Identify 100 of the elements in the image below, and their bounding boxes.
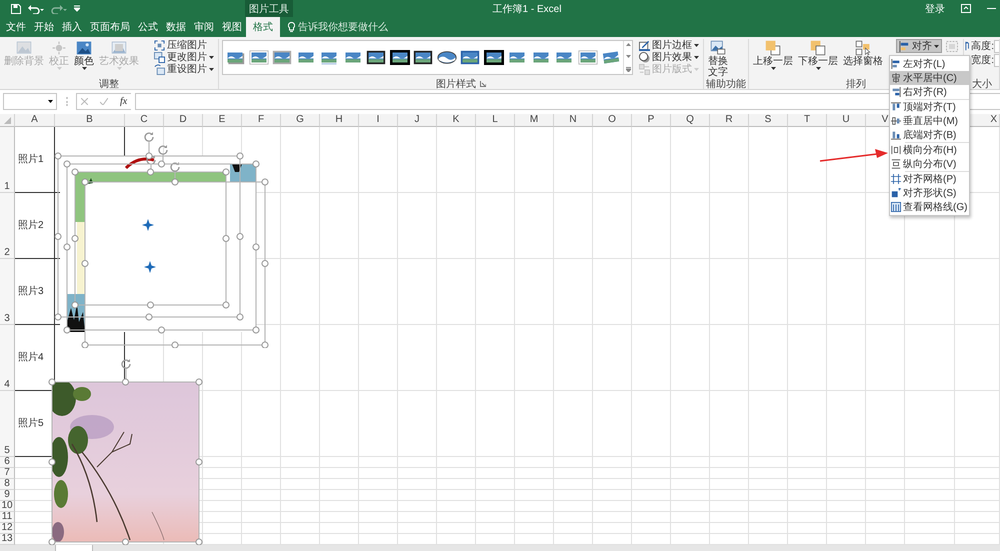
field-label: 高度: [971, 40, 994, 53]
compress-icon [154, 40, 165, 50]
align-icon [899, 40, 910, 52]
ribbon-tab[interactable]: 页面布局 [86, 17, 134, 37]
ribbon-tab[interactable]: 数据 [162, 17, 190, 37]
menu-item[interactable]: 水平居中(C) [890, 71, 970, 85]
menu-item[interactable]: 右对齐(R) [890, 85, 970, 99]
column-header[interactable]: C [125, 114, 164, 127]
redo-icon[interactable] [51, 4, 67, 14]
size-field[interactable] [994, 54, 999, 66]
menu-item[interactable]: 对齐网格(P) [890, 172, 970, 186]
column-header[interactable]: I [359, 114, 398, 127]
row-header[interactable]: 3 [0, 259, 15, 325]
distribute-vertical-icon [891, 159, 901, 169]
column-header[interactable]: E [203, 114, 242, 127]
column-header[interactable]: M [515, 114, 554, 127]
row-header[interactable]: 6 [0, 457, 15, 468]
cancel-icon[interactable] [81, 98, 88, 105]
scroll-up-icon[interactable] [626, 43, 631, 46]
enter-icon[interactable] [100, 98, 108, 105]
menu-item[interactable]: 顶端对齐(T) [890, 100, 970, 114]
column-header[interactable]: J [398, 114, 437, 127]
size-field[interactable] [994, 40, 999, 52]
ribbon-tab[interactable]: 开始 [30, 17, 58, 37]
column-header[interactable]: L [476, 114, 515, 127]
column-header[interactable]: O [593, 114, 632, 127]
picture-style-option[interactable] [484, 50, 504, 65]
menu-item[interactable]: 横向分布(H) [890, 143, 970, 157]
column-header[interactable]: H [320, 114, 359, 127]
row-header[interactable]: 1 [0, 127, 15, 193]
distribute-horizontal-icon [891, 145, 901, 155]
column-header[interactable]: N [554, 114, 593, 127]
ribbon-button[interactable]: 图片效果 [637, 51, 702, 63]
ribbon-tab[interactable]: 审阅 [190, 17, 218, 37]
dialog-launcher-icon[interactable] [480, 81, 486, 87]
row-header[interactable]: 2 [0, 193, 15, 259]
ribbon-tab[interactable]: 插入 [58, 17, 86, 37]
row-header[interactable]: 7 [0, 468, 15, 479]
ribbon-button[interactable]: 上移一层 [751, 39, 796, 71]
ribbon-button[interactable]: 颜色 [72, 39, 96, 71]
ribbon-tab[interactable]: 格式 [246, 17, 280, 37]
menu-item[interactable]: 纵向分布(V) [890, 157, 970, 171]
ribbon-button[interactable]: 下移一层 [796, 39, 840, 71]
picture-style-option[interactable] [390, 50, 410, 65]
row-header[interactable]: 4 [0, 325, 15, 391]
ribbon-button[interactable]: 更改图片 [152, 51, 216, 63]
ribbon-button[interactable]: 对齐 [896, 39, 942, 53]
menu-item[interactable]: 对齐形状(S) [890, 186, 970, 200]
column-header[interactable]: P [632, 114, 671, 127]
ribbon-button[interactable]: 选择窗格 [841, 39, 886, 68]
customize-icon[interactable] [74, 5, 80, 12]
row-header[interactable]: 5 [0, 391, 15, 457]
table-cell: 照片3 [18, 287, 44, 297]
column-header[interactable]: U [827, 114, 866, 127]
picture-style-option[interactable] [436, 50, 456, 65]
column-header[interactable]: F [242, 114, 281, 127]
row-header[interactable]: 10 [0, 501, 15, 512]
column-header[interactable]: K [437, 114, 476, 127]
insert-function-button[interactable]: fx [120, 96, 128, 107]
tell-me-field[interactable]: 告诉我你想要做什么 [288, 17, 388, 37]
row-header[interactable]: 9 [0, 490, 15, 501]
ribbon-button[interactable]: 图片边框 [637, 39, 702, 51]
sign-in-link[interactable]: 登录 [925, 2, 945, 16]
row-header[interactable]: 13 [0, 534, 15, 545]
minimize-icon[interactable] [987, 8, 996, 10]
row-header[interactable]: 12 [0, 523, 15, 534]
context-tab-label: 图片工具 [245, 0, 293, 17]
change-picture-icon [154, 52, 165, 62]
picture-style-option[interactable] [413, 50, 433, 65]
menu-item[interactable]: 左对齐(L) [890, 57, 970, 71]
column-header[interactable]: D [164, 114, 203, 127]
scroll-down-icon[interactable] [626, 55, 631, 58]
undo-icon[interactable] [28, 4, 44, 14]
column-header[interactable]: Q [671, 114, 710, 127]
ribbon-tab[interactable]: 公式 [134, 17, 162, 37]
picture-style-option[interactable] [460, 50, 480, 65]
column-header[interactable]: A [15, 114, 55, 127]
ribbon-button[interactable]: 压缩图片 [152, 39, 216, 51]
ribbon-tab[interactable]: 视图 [218, 17, 246, 37]
more-icon[interactable] [626, 67, 631, 72]
window-title: 工作簿1 - Excel [492, 2, 562, 16]
align-bottom-icon [891, 130, 901, 140]
menu-item[interactable]: 查看网格线(G) [890, 200, 970, 214]
row-header[interactable]: 8 [0, 479, 15, 490]
column-header[interactable]: S [749, 114, 788, 127]
ribbon-tab[interactable]: 文件 [2, 17, 30, 37]
column-header[interactable]: R [710, 114, 749, 127]
group-label: 辅助功能 [706, 78, 746, 89]
ribbon-button[interactable]: 重设图片 [152, 63, 216, 75]
column-header[interactable]: G [281, 114, 320, 127]
column-header[interactable]: T [788, 114, 827, 127]
save-icon[interactable] [11, 4, 21, 14]
menu-item[interactable]: 底端对齐(B) [890, 128, 970, 142]
ribbon-options-icon[interactable] [961, 4, 971, 13]
row-header[interactable]: 11 [0, 512, 15, 523]
sheet-tab[interactable] [55, 545, 93, 551]
picture-style-option[interactable] [366, 50, 386, 65]
ribbon-button[interactable]: 替换文字 [706, 39, 730, 79]
table-cell: 照片2 [18, 221, 44, 231]
column-header[interactable]: B [55, 114, 125, 127]
